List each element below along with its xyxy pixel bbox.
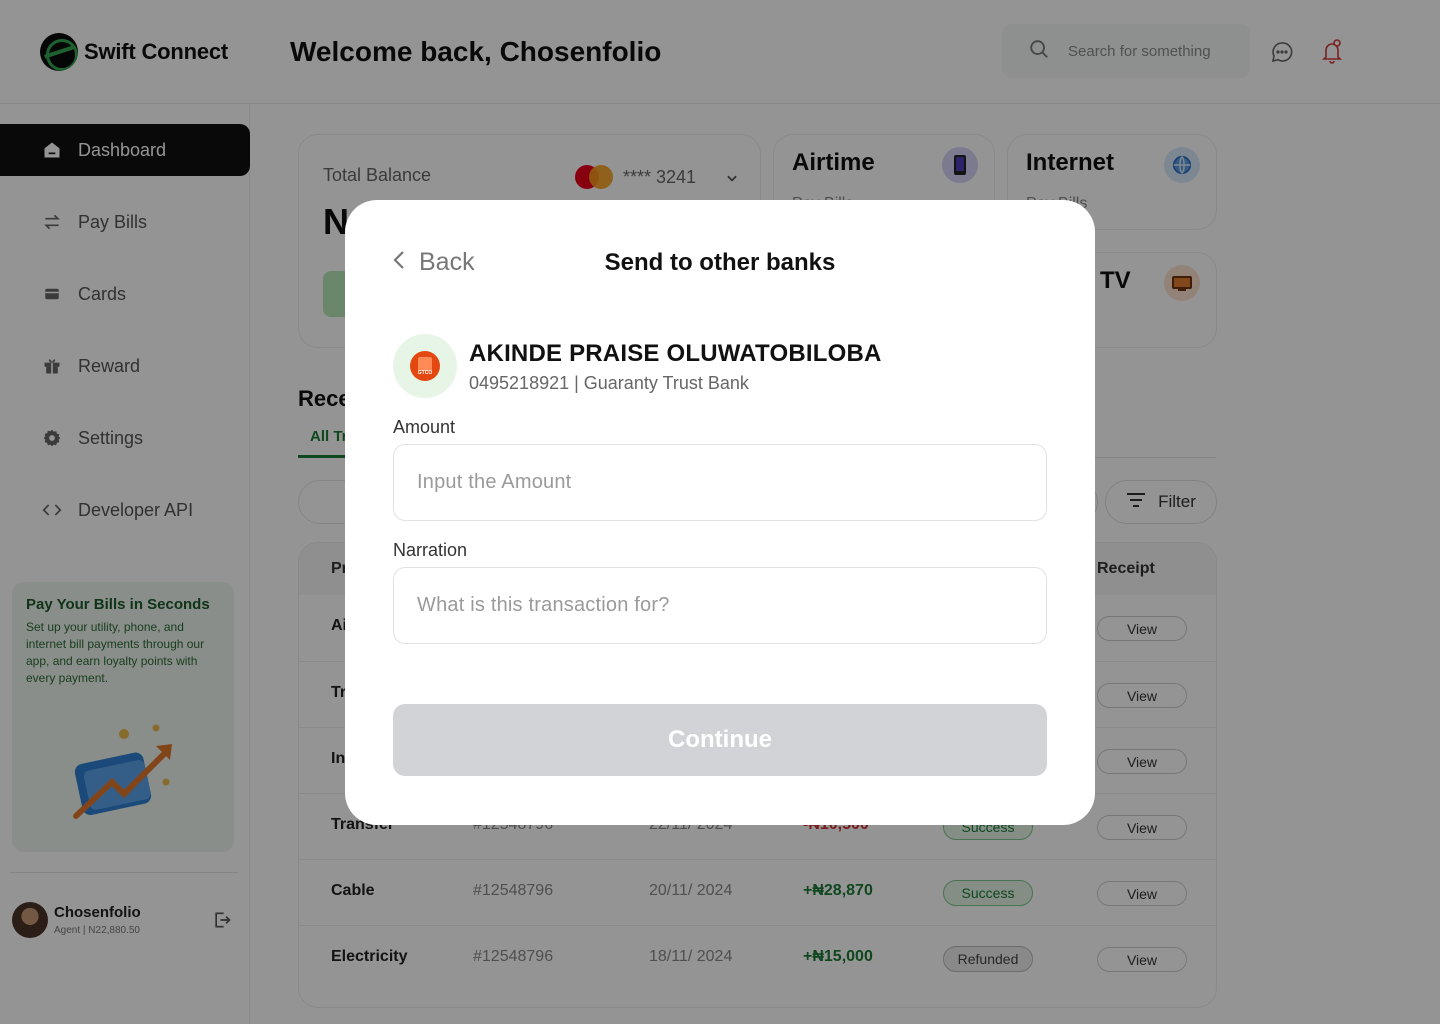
- recipient-account-details: 0495218921 | Guaranty Trust Bank: [469, 373, 749, 393]
- modal-title: Send to other banks: [604, 249, 836, 276]
- narration-field: [393, 567, 1047, 644]
- amount-label: Amount: [393, 417, 456, 437]
- narration-label: Narration: [393, 540, 468, 560]
- recipient-name: AKINDE PRAISE OLUWATOBILOBA: [469, 340, 882, 367]
- send-to-other-banks-modal: Back Send to other banks AKINDE PRAISE O…: [345, 200, 1095, 825]
- gtbank-icon: [410, 351, 440, 381]
- narration-input[interactable]: [394, 568, 1046, 643]
- amount-input[interactable]: [394, 445, 1046, 520]
- continue-button[interactable]: Continue: [393, 704, 1047, 776]
- amount-field: [393, 444, 1047, 521]
- bank-logo: [393, 334, 457, 398]
